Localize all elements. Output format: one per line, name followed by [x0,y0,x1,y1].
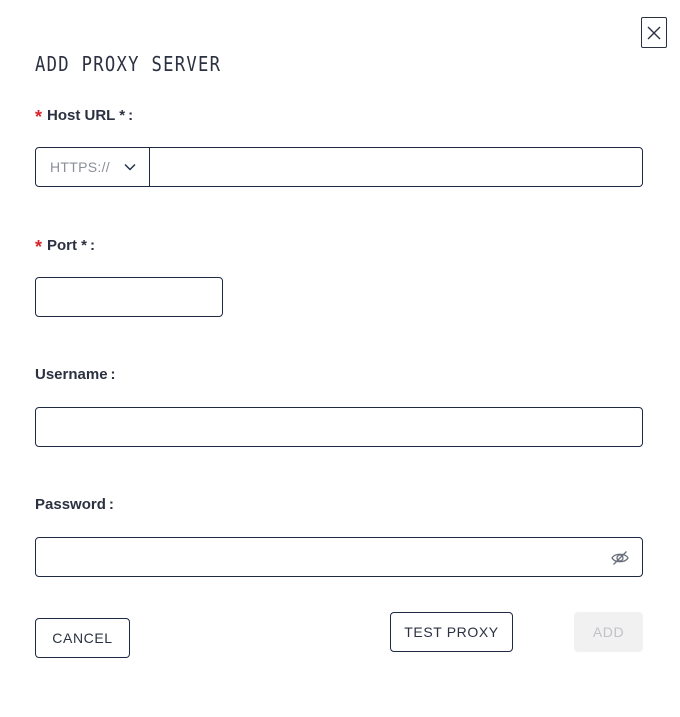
test-proxy-button[interactable]: TEST PROXY [390,612,513,652]
port-label-text: Port * [47,236,88,254]
close-icon [647,26,661,39]
host-url-field: HTTPS:// [35,147,643,187]
username-field [35,407,643,447]
host-url-input[interactable] [150,148,642,186]
required-marker: * [35,107,43,127]
dialog-title: ADD PROXY SERVER [35,52,222,76]
port-label: * Port * : [35,236,96,257]
port-input[interactable] [36,278,222,316]
username-label: Username : [35,366,116,383]
username-label-text: Username [35,366,108,383]
eye-off-icon[interactable] [610,548,630,568]
cancel-button[interactable]: CANCEL [35,618,130,658]
required-marker: * [35,237,43,257]
password-field [35,537,643,577]
scheme-select-value: HTTPS:// [50,159,110,175]
label-colon: : [90,236,96,254]
label-colon: : [108,496,114,513]
scheme-select[interactable]: HTTPS:// [36,148,150,186]
chevron-down-icon [124,164,136,171]
label-colon: : [128,106,134,124]
host-url-label: * Host URL * : [35,106,134,127]
add-button[interactable]: ADD [574,612,643,652]
username-input[interactable] [36,408,642,446]
close-button[interactable] [641,17,667,48]
host-url-label-text: Host URL * [47,106,126,124]
password-label: Password : [35,496,114,513]
password-label-text: Password [35,496,106,513]
label-colon: : [110,366,116,383]
port-field [35,277,223,317]
password-input[interactable] [36,538,642,576]
host-url-input-wrap [150,148,642,186]
add-proxy-dialog: ADD PROXY SERVER * Host URL * : HTTPS://… [0,0,680,717]
